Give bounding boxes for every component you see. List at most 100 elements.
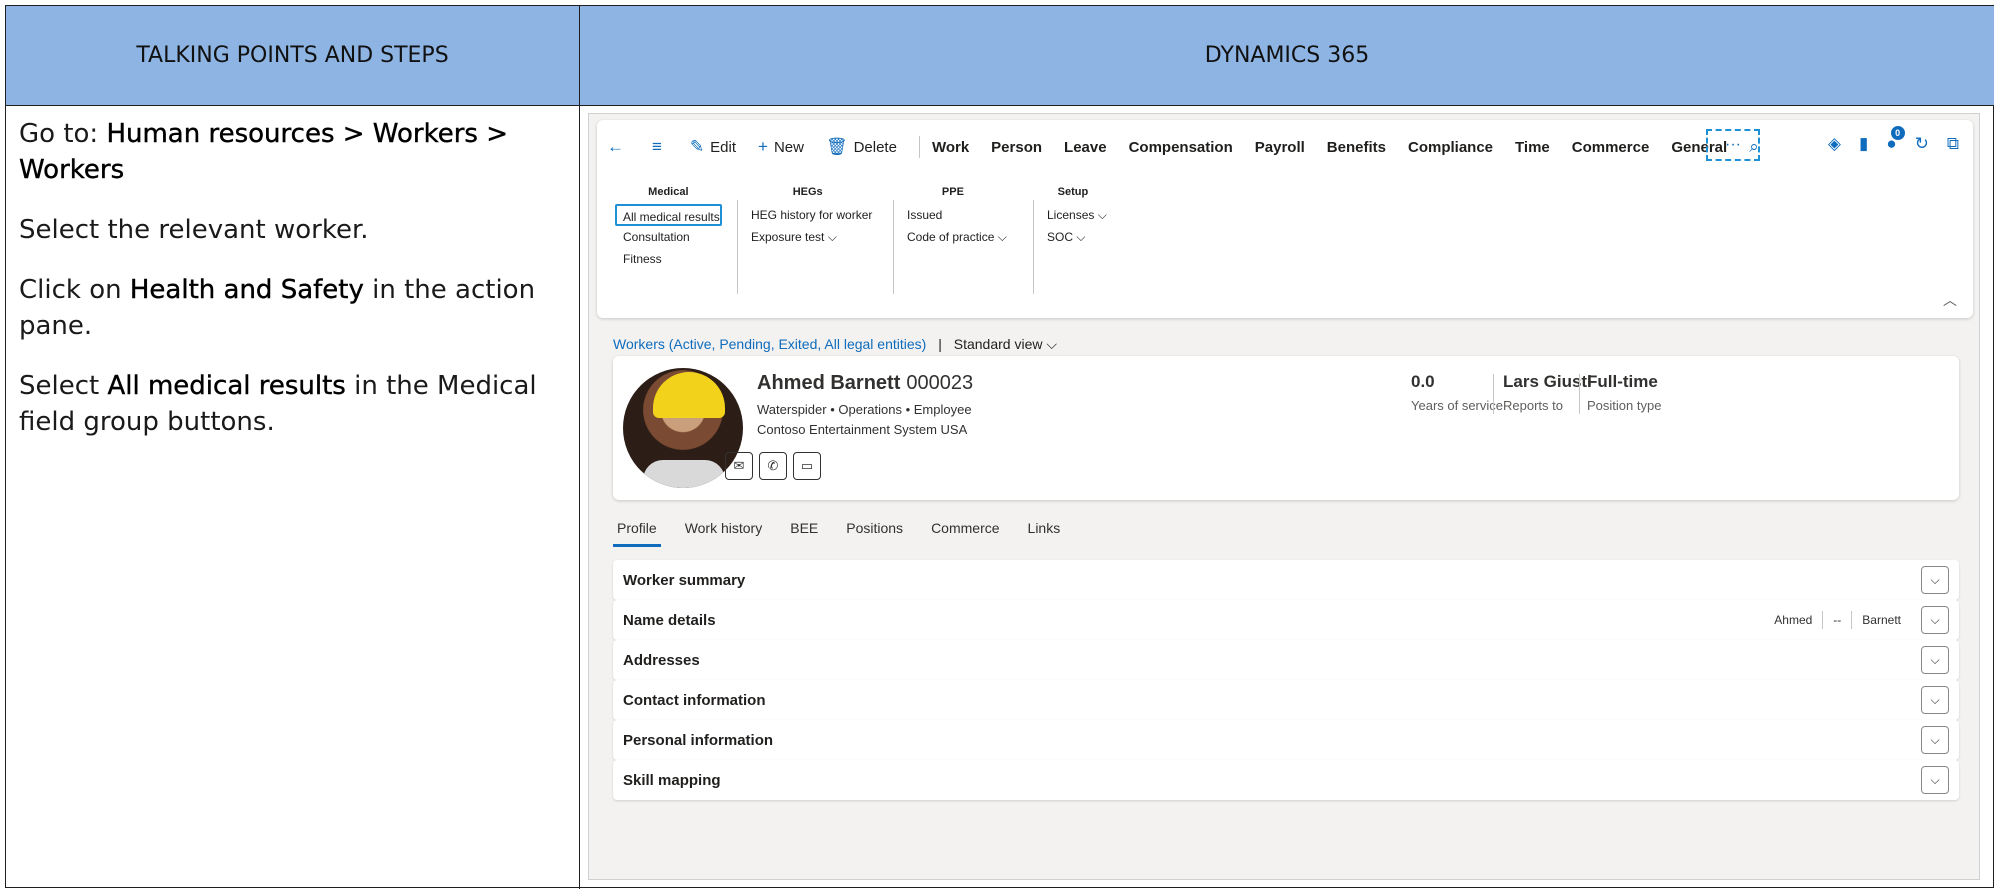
trash-icon: 🗑	[825, 137, 848, 156]
section-addresses[interactable]: Addresses ⌵	[613, 640, 1959, 680]
back-button[interactable]: ←	[607, 137, 630, 157]
licenses-button[interactable]: Licenses ⌵	[1039, 204, 1107, 226]
group-divider	[1033, 200, 1034, 294]
tab-time[interactable]: Time	[1515, 139, 1550, 156]
first-name: Ahmed	[1774, 613, 1813, 627]
worker-card: Ahmed Barnett 000023 Waterspider • Operat…	[613, 356, 1959, 500]
chevron-down-icon: ⌵	[1076, 230, 1086, 244]
phone-button[interactable]: ✆	[759, 452, 787, 480]
tab-work-history[interactable]: Work history	[681, 520, 767, 547]
chat-badge-icon[interactable]: ● 0	[1886, 126, 1905, 154]
all-medical-results-button[interactable]: All medical results	[615, 204, 722, 226]
group-medical: Medical All medical results Consultation…	[615, 186, 722, 270]
chevron-down-icon[interactable]: ⌵	[1921, 766, 1949, 794]
popout-icon[interactable]: ⧉	[1947, 134, 1959, 154]
tab-payroll[interactable]: Payroll	[1255, 139, 1305, 156]
stat-years-of-service: 0.0 Years of service	[1411, 372, 1503, 413]
diamond-icon[interactable]: ◈	[1828, 134, 1841, 154]
menu-button[interactable]: ≡	[652, 137, 668, 157]
pencil-icon: ✎	[689, 137, 705, 156]
worker-role: Waterspider • Operations • Employee	[757, 402, 972, 417]
section-personal-information[interactable]: Personal information ⌵	[613, 720, 1959, 760]
group-divider	[893, 200, 894, 294]
stat-value: 0.0	[1411, 372, 1435, 391]
mail-button[interactable]: ✉	[725, 452, 753, 480]
action-pane-toolbar: ← ≡ ✎ Edit + New 🗑 Delete Work Person Leave…	[607, 132, 1787, 162]
more-options-button[interactable]: ···	[1706, 129, 1760, 161]
phone-icon: ✆	[767, 458, 779, 473]
chevron-down-icon[interactable]: ⌵	[1921, 566, 1949, 594]
tab-compensation[interactable]: Compensation	[1129, 139, 1233, 156]
section-title: Personal information	[623, 731, 774, 749]
divider	[1851, 611, 1853, 629]
tab-leave[interactable]: Leave	[1064, 139, 1107, 156]
chevron-down-icon: ⌵	[997, 230, 1007, 244]
delete-button[interactable]: 🗑 Delete	[826, 137, 897, 157]
tab-commerce-profile[interactable]: Commerce	[927, 520, 1003, 547]
toolbar-divider	[918, 136, 920, 158]
stat-divider	[1493, 374, 1494, 414]
code-of-practice-button[interactable]: Code of practice ⌵	[899, 226, 1007, 248]
step-3-target: Health and Safety	[129, 275, 364, 305]
tab-links[interactable]: Links	[1024, 520, 1065, 547]
exposure-test-label: Exposure test	[751, 230, 825, 244]
edit-label: Edit	[710, 138, 737, 156]
heg-history-button[interactable]: HEG history for worker	[743, 204, 872, 226]
tab-bee[interactable]: BEE	[786, 520, 822, 547]
tab-commerce[interactable]: Commerce	[1572, 139, 1650, 156]
new-button[interactable]: + New	[758, 137, 804, 157]
section-title: Addresses	[623, 651, 700, 669]
step-1: Go to: Human resources > Workers > Worke…	[19, 116, 569, 188]
middle-name: --	[1833, 613, 1842, 627]
divider	[1822, 611, 1824, 629]
name-summary: Ahmed -- Barnett	[1774, 611, 1901, 629]
breadcrumb: Workers (Active, Pending, Exited, All le…	[613, 336, 1057, 353]
issued-button[interactable]: Issued	[899, 204, 1007, 226]
notification-count: 0	[1890, 126, 1905, 140]
tab-benefits[interactable]: Benefits	[1327, 139, 1386, 156]
action-pane: ← ≡ ✎ Edit + New 🗑 Delete Work Person Leave…	[597, 120, 1973, 318]
refresh-icon[interactable]: ↻	[1915, 134, 1929, 154]
group-hegs-title: HEGs	[792, 186, 823, 198]
section-worker-summary[interactable]: Worker summary ⌵	[613, 560, 1959, 600]
arrow-left-icon: ←	[607, 137, 624, 156]
tab-profile[interactable]: Profile	[613, 520, 661, 547]
tab-compliance[interactable]: Compliance	[1408, 139, 1493, 156]
step-3: Click on Health and Safety in the action…	[19, 272, 569, 344]
tab-positions[interactable]: Positions	[842, 520, 907, 547]
step-3-prefix: Click on	[19, 275, 130, 305]
group-ppe: PPE Issued Code of practice ⌵	[899, 186, 1007, 248]
tab-person[interactable]: Person	[991, 139, 1042, 156]
workers-list-link[interactable]: Workers (Active, Pending, Exited, All le…	[613, 336, 926, 352]
view-selector[interactable]: Standard view ⌵	[954, 336, 1057, 352]
section-title: Skill mapping	[623, 771, 721, 789]
section-contact-information[interactable]: Contact information ⌵	[613, 680, 1959, 720]
fitness-button[interactable]: Fitness	[615, 248, 722, 270]
section-title: Worker summary	[623, 571, 746, 589]
office-icon[interactable]: ▮	[1859, 134, 1868, 154]
exposure-test-button[interactable]: Exposure test ⌵	[743, 226, 872, 248]
chevron-down-icon[interactable]: ⌵	[1921, 686, 1949, 714]
step-4-target: All medical results	[107, 371, 346, 401]
consultation-button[interactable]: Consultation	[615, 226, 722, 248]
breadcrumb-separator: |	[938, 336, 942, 352]
message-icon: ▭	[800, 458, 814, 473]
tab-work[interactable]: Work	[932, 139, 969, 156]
chevron-down-icon[interactable]: ⌵	[1921, 646, 1949, 674]
message-button[interactable]: ▭	[793, 452, 821, 480]
chevron-up-icon[interactable]: ︿	[1943, 290, 1957, 310]
edit-button[interactable]: ✎ Edit	[690, 137, 736, 157]
section-name-details[interactable]: Name details Ahmed -- Barnett ⌵	[613, 600, 1959, 640]
worker-id: 000023	[906, 372, 974, 394]
step-2: Select the relevant worker.	[19, 215, 369, 245]
soc-button[interactable]: SOC ⌵	[1039, 226, 1107, 248]
chevron-down-icon[interactable]: ⌵	[1921, 606, 1949, 634]
stat-label: Years of service	[1411, 398, 1504, 413]
mail-icon: ✉	[733, 458, 745, 473]
worker-company: Contoso Entertainment System USA	[757, 422, 968, 437]
last-name: Barnett	[1862, 613, 1901, 627]
step-4: Select All medical results in the Medica…	[19, 368, 569, 440]
profile-tabs: Profile Work history BEE Positions Comme…	[613, 520, 1084, 547]
section-skill-mapping[interactable]: Skill mapping ⌵	[613, 760, 1959, 800]
chevron-down-icon[interactable]: ⌵	[1921, 726, 1949, 754]
